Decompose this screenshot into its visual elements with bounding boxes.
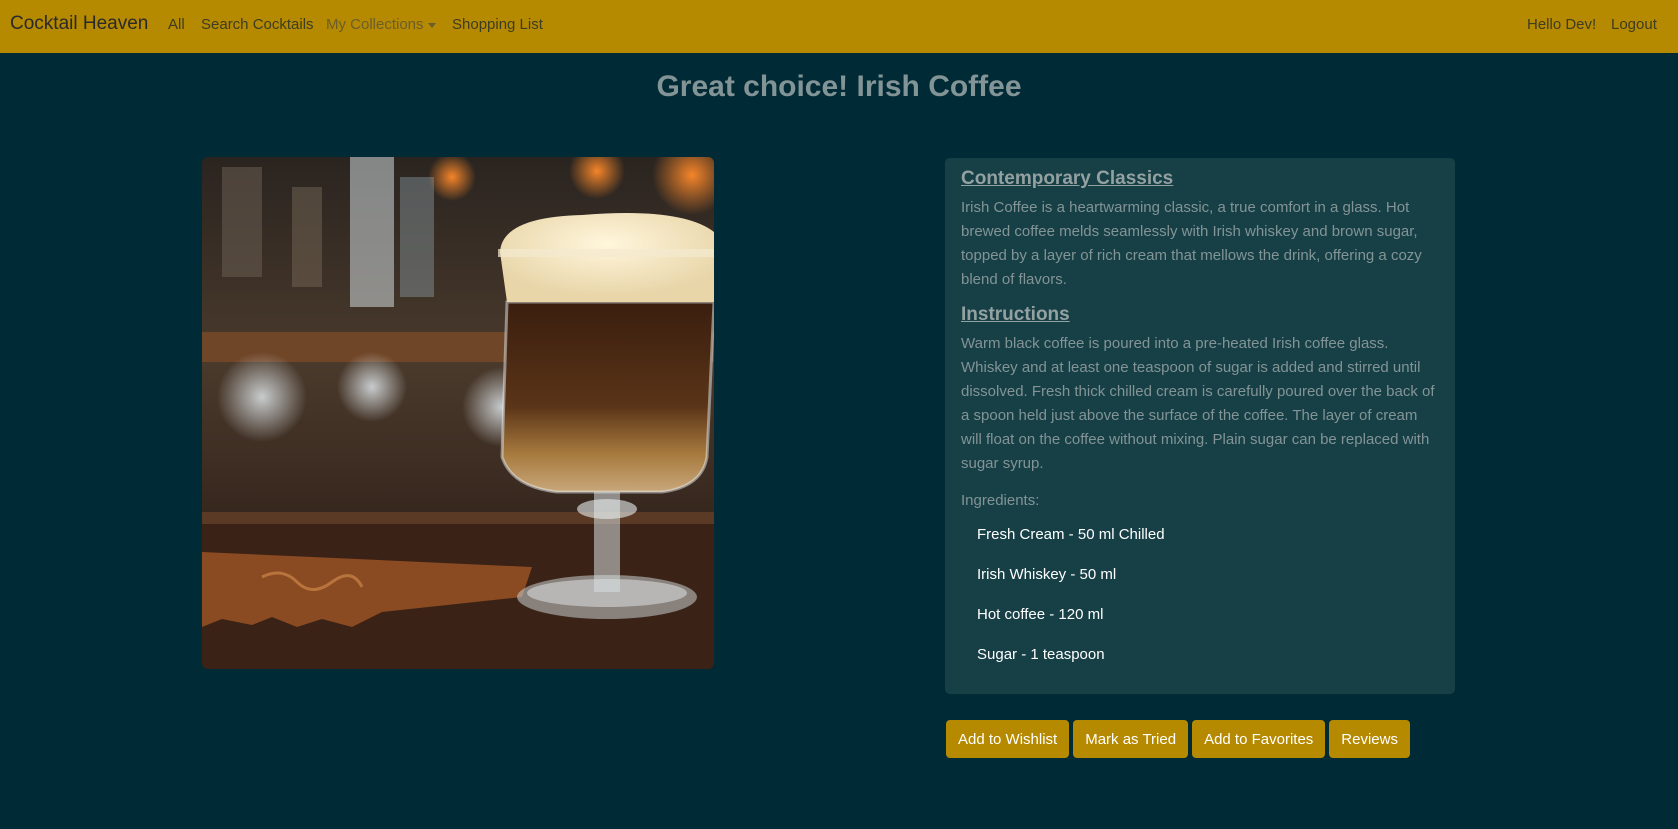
add-to-favorites-button[interactable]: Add to Favorites — [1192, 720, 1326, 758]
user-greeting-link[interactable]: Hello Dev! — [1527, 16, 1596, 33]
irish-coffee-illustration — [202, 157, 714, 669]
nav-link-shopping-list[interactable]: Shopping List — [452, 16, 543, 33]
action-buttons: Add to Wishlist Mark as Tried Add to Fav… — [946, 720, 1410, 758]
logout-link[interactable]: Logout — [1611, 16, 1657, 33]
nav-dropdown-my-collections[interactable]: My Collections — [326, 16, 436, 33]
category-title: Contemporary Classics — [961, 168, 1174, 189]
instructions-title: Instructions — [961, 304, 1070, 325]
nav-link-search-cocktails[interactable]: Search Cocktails — [201, 16, 314, 33]
instructions-text: Warm black coffee is poured into a pre-h… — [961, 335, 1435, 472]
nav-link-all[interactable]: All — [168, 16, 185, 33]
top-navbar: Cocktail Heaven All Search Cocktails My … — [0, 0, 1678, 53]
ingredient-item: Sugar - 1 teaspoon — [977, 646, 1105, 663]
add-to-wishlist-button[interactable]: Add to Wishlist — [946, 720, 1070, 758]
ingredient-item: Hot coffee - 120 ml — [977, 606, 1104, 623]
caret-down-icon — [427, 22, 436, 28]
ingredients-list: Fresh Cream - 50 ml Chilled Irish Whiske… — [961, 515, 1439, 675]
ingredient-item: Irish Whiskey - 50 ml — [977, 566, 1117, 583]
brand-link[interactable]: Cocktail Heaven — [10, 13, 148, 35]
cocktail-photo — [202, 157, 714, 669]
reviews-button[interactable]: Reviews — [1329, 720, 1410, 758]
nav-dropdown-label: My Collections — [326, 16, 424, 33]
cocktail-details-card: Contemporary Classics Irish Coffee is a … — [945, 158, 1455, 694]
ingredients-label: Ingredients: — [961, 492, 1040, 509]
cocktail-description: Irish Coffee is a heartwarming classic, … — [961, 199, 1422, 288]
mark-as-tried-button[interactable]: Mark as Tried — [1073, 720, 1189, 758]
page-title: Great choice! Irish Coffee — [656, 70, 1022, 103]
ingredient-item: Fresh Cream - 50 ml Chilled — [977, 526, 1165, 543]
